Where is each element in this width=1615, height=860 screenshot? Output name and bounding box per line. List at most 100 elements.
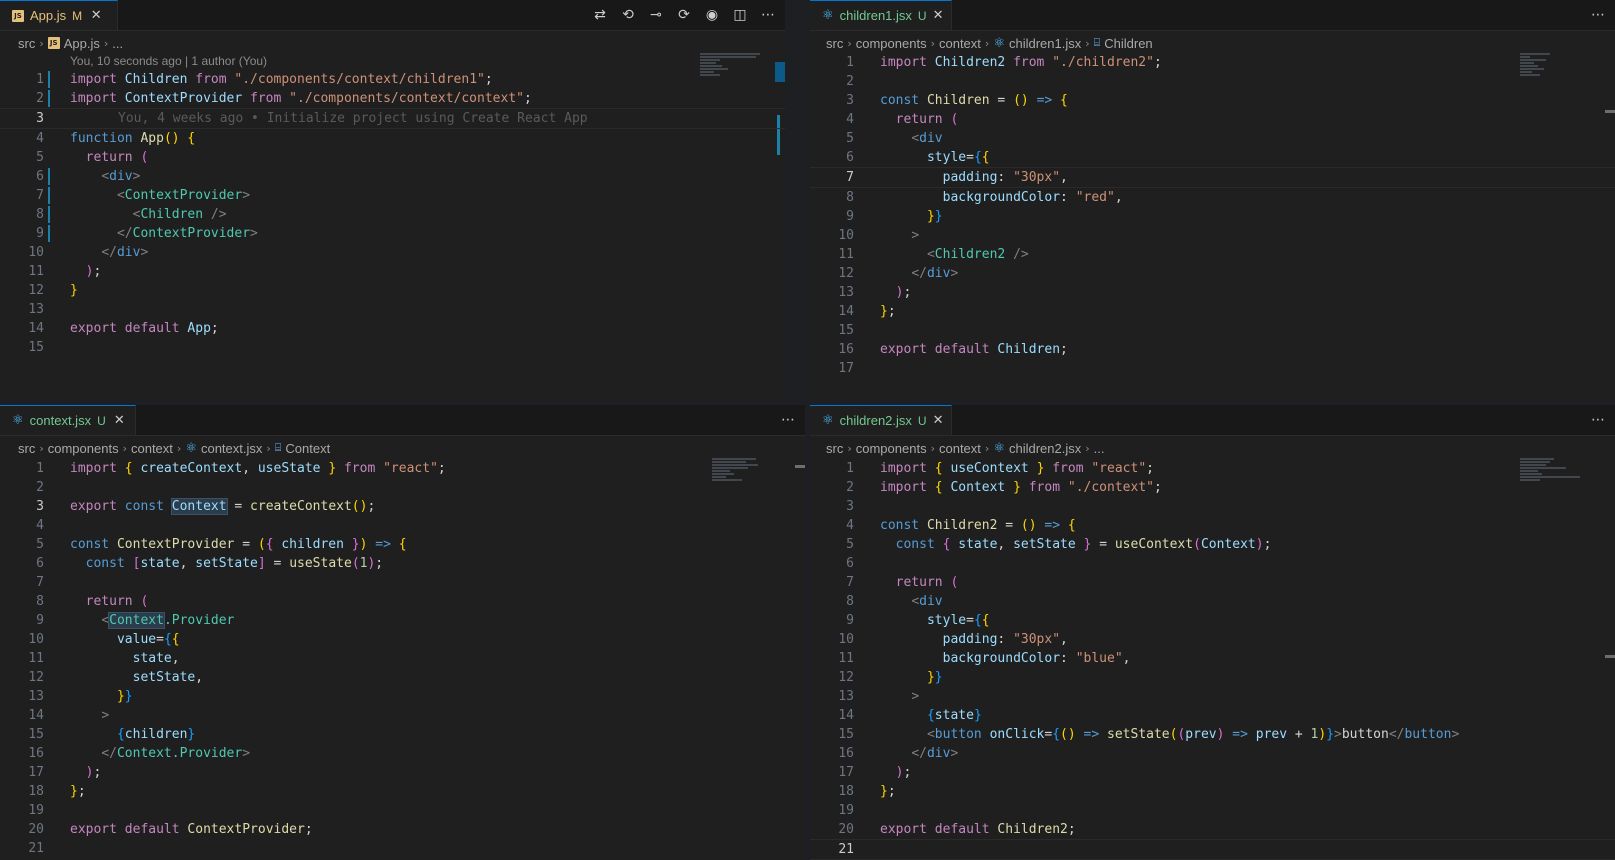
chevron-right-icon: › <box>1085 441 1090 455</box>
chevron-right-icon: › <box>39 441 44 455</box>
split-editor-icon[interactable]: ◫ <box>731 7 749 23</box>
git-blame-header[interactable]: You, 10 seconds ago | 1 author (You) <box>70 54 267 68</box>
breadcrumb: src › JS App.js › ... <box>18 34 123 52</box>
more-actions-icon[interactable]: ⋯ <box>1589 7 1607 23</box>
line-number: 5 <box>36 537 44 552</box>
line-number: 19 <box>838 803 854 818</box>
tab-context-jsx[interactable]: ⚛ context.jsx U ✕ <box>0 405 136 435</box>
line-number: 8 <box>846 190 854 205</box>
line-number: 5 <box>36 150 44 165</box>
close-icon[interactable]: ✕ <box>933 8 944 23</box>
breadcrumb-item[interactable]: context <box>939 36 981 51</box>
more-actions-icon[interactable]: ⋯ <box>779 412 797 428</box>
line-number: 18 <box>838 784 854 799</box>
tab-children1-jsx[interactable]: ⚛ children1.jsx U ✕ <box>810 0 952 30</box>
react-file-icon: ⚛ <box>12 413 24 428</box>
code-editor[interactable]: 1 import Children2 from "./children2"; 2 … <box>810 53 1615 378</box>
more-actions-icon[interactable]: ⋯ <box>1589 412 1607 428</box>
line-number: 17 <box>838 765 854 780</box>
line-number: 4 <box>846 518 854 533</box>
line-number: 1 <box>846 55 854 70</box>
line-number: 17 <box>838 361 854 376</box>
open-changes-icon[interactable]: ⇄ <box>591 7 609 23</box>
close-icon[interactable]: ✕ <box>88 8 104 23</box>
breadcrumb-item[interactable]: src <box>18 441 35 456</box>
line-number: 7 <box>36 575 44 590</box>
line-number: 2 <box>36 480 44 495</box>
breadcrumb-item[interactable]: components <box>48 441 119 456</box>
line-number: 6 <box>846 556 854 571</box>
chevron-right-icon: › <box>39 36 44 50</box>
line-number: 12 <box>28 670 44 685</box>
previous-change-icon[interactable]: ⟲ <box>619 7 637 23</box>
chevron-right-icon: › <box>930 36 935 50</box>
breadcrumb-item[interactable]: children1.jsx <box>1009 36 1081 51</box>
breadcrumb-item[interactable]: src <box>18 36 35 51</box>
line-number: 3 <box>36 499 44 514</box>
breadcrumb: src › components › context › ⚛ children2… <box>826 439 1104 457</box>
chevron-right-icon: › <box>984 36 990 50</box>
breadcrumb-item[interactable]: components <box>856 36 927 51</box>
react-file-icon: ⚛ <box>822 413 834 428</box>
tab-app-js[interactable]: JS App.js M ✕ <box>0 0 118 30</box>
line-number: 11 <box>838 247 854 262</box>
close-icon[interactable]: ✕ <box>933 413 944 428</box>
modified-gutter <box>48 168 50 185</box>
editor-pane-children2-jsx: ⚛ children2.jsx U ✕ ⋯ src › components ›… <box>810 405 1615 860</box>
line-number: 3 <box>36 111 44 126</box>
timeline-icon[interactable]: ◉ <box>703 7 721 23</box>
line-number: 15 <box>28 340 44 355</box>
line-number: 5 <box>846 537 854 552</box>
chevron-right-icon: › <box>122 441 127 455</box>
symbol-variable-icon: ⌸ <box>1093 36 1101 49</box>
more-actions-icon[interactable]: ⋯ <box>759 7 777 23</box>
chevron-right-icon: › <box>984 441 990 455</box>
chevron-right-icon: › <box>176 441 182 455</box>
editor-pane-app-js: JS App.js M ✕ ⇄ ⟲ ⊸ ⟳ ◉ ◫ ⋯ src › JS App… <box>0 0 785 400</box>
git-commit-icon[interactable]: ⊸ <box>647 7 665 23</box>
line-number: 1 <box>36 72 44 87</box>
code-editor[interactable]: 1 import { useContext } from "react"; 2 im… <box>810 459 1615 860</box>
breadcrumb-item[interactable]: Context <box>285 441 330 456</box>
js-file-icon: JS <box>12 9 24 22</box>
code-editor[interactable]: 1 import Children from "./components/cont… <box>0 70 785 357</box>
modified-gutter <box>48 187 50 204</box>
breadcrumb-item[interactable]: src <box>826 441 843 456</box>
next-change-icon[interactable]: ⟳ <box>675 7 693 23</box>
breadcrumb-item[interactable]: ... <box>112 36 123 51</box>
line-number: 1 <box>36 461 44 476</box>
chevron-right-icon: › <box>1085 36 1090 50</box>
line-number: 15 <box>838 323 854 338</box>
line-number: 16 <box>838 746 854 761</box>
breadcrumb-item[interactable]: context <box>131 441 173 456</box>
code-editor[interactable]: 1 import { createContext, useState } from… <box>0 459 805 858</box>
line-number: 14 <box>28 321 44 336</box>
breadcrumb-item[interactable]: components <box>856 441 927 456</box>
line-number: 4 <box>846 112 854 127</box>
chevron-right-icon: › <box>103 36 109 50</box>
line-number: 13 <box>28 302 44 317</box>
line-number: 11 <box>28 264 44 279</box>
line-number: 16 <box>838 342 854 357</box>
chevron-right-icon: › <box>847 36 852 50</box>
tab-bar: ⚛ children2.jsx U ✕ ⋯ <box>810 405 1615 436</box>
tab-status-badge: U <box>97 413 106 428</box>
line-number: 13 <box>28 689 44 704</box>
tab-bar: ⚛ context.jsx U ✕ ⋯ <box>0 405 805 436</box>
modified-gutter <box>48 225 50 242</box>
close-icon[interactable]: ✕ <box>112 413 127 428</box>
line-number: 2 <box>846 74 854 89</box>
breadcrumb-item[interactable]: children2.jsx <box>1009 441 1081 456</box>
line-number: 6 <box>846 150 854 165</box>
breadcrumb-item[interactable]: context.jsx <box>201 441 262 456</box>
breadcrumb-item[interactable]: ... <box>1094 441 1105 456</box>
breadcrumb-item[interactable]: App.js <box>64 36 100 51</box>
editor-pane-context-jsx: ⚛ context.jsx U ✕ ⋯ src › components › c… <box>0 405 805 860</box>
line-number: 2 <box>36 91 44 106</box>
tab-children2-jsx[interactable]: ⚛ children2.jsx U ✕ <box>810 405 952 435</box>
line-number: 18 <box>28 784 44 799</box>
chevron-right-icon: › <box>930 441 935 455</box>
breadcrumb-item[interactable]: Children <box>1104 36 1152 51</box>
breadcrumb-item[interactable]: context <box>939 441 981 456</box>
breadcrumb-item[interactable]: src <box>826 36 843 51</box>
